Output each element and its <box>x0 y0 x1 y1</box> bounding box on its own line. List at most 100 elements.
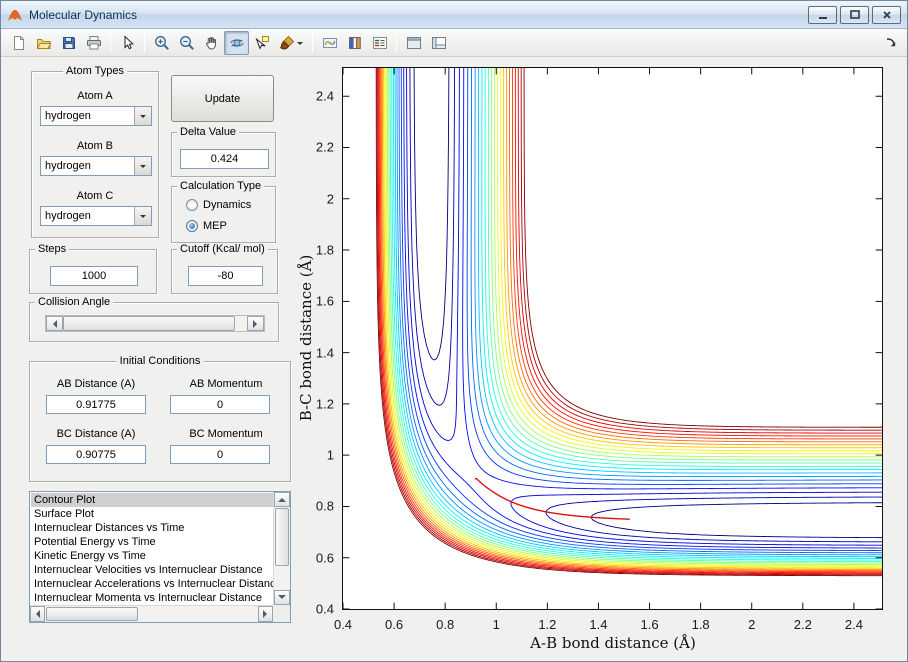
toolbar-separator <box>312 33 313 53</box>
chevron-down-icon <box>140 215 146 221</box>
arrow-right-icon <box>253 320 261 328</box>
slider-left-button[interactable] <box>46 316 63 331</box>
zoom-out-icon <box>179 35 195 51</box>
hide-plot-tools-button[interactable] <box>401 31 426 55</box>
x-tick-label: 2.2 <box>794 617 812 632</box>
bc-distance-field[interactable] <box>46 445 146 464</box>
brush-button[interactable] <box>274 31 308 55</box>
hide-plot-tools-icon <box>406 35 422 51</box>
list-item[interactable]: Surface Plot <box>31 507 273 521</box>
atom-c-label: Atom C <box>32 190 158 202</box>
arrow-left-icon <box>49 320 57 328</box>
zoom-in-icon <box>154 35 170 51</box>
show-plot-tools-button[interactable] <box>426 31 451 55</box>
list-item[interactable]: Internuclear Distances vs Time <box>31 521 273 535</box>
new-figure-button[interactable] <box>6 31 31 55</box>
atom-a-select[interactable]: hydrogen <box>40 106 152 126</box>
steps-title: Steps <box>35 243 69 255</box>
cutoff-field[interactable] <box>188 266 263 286</box>
delta-value-field[interactable] <box>180 149 269 169</box>
vertical-scroll-thumb[interactable] <box>275 508 289 566</box>
list-item[interactable]: Kinetic Energy vs Time <box>31 549 273 563</box>
arrow-right-icon <box>263 610 271 618</box>
pointer-arrow-icon <box>120 35 136 51</box>
save-floppy-icon <box>61 35 77 51</box>
toolbar-separator <box>396 33 397 53</box>
close-button[interactable] <box>872 6 901 24</box>
app-window: Molecular Dynamics Atom Types Atom A <box>0 0 908 662</box>
collision-angle-slider[interactable] <box>45 315 265 332</box>
atom-a-dropdown-button[interactable] <box>134 107 151 125</box>
title-bar[interactable]: Molecular Dynamics <box>1 1 907 29</box>
scrollbar-corner <box>273 605 290 622</box>
minimize-button[interactable] <box>808 6 837 24</box>
atom-b-dropdown-button[interactable] <box>134 157 151 175</box>
radio-off-icon[interactable] <box>186 199 198 211</box>
y-tick-label: 2.4 <box>316 89 334 104</box>
edit-plot-button[interactable] <box>115 31 140 55</box>
calculation-type-title: Calculation Type <box>177 180 264 192</box>
open-folder-icon <box>36 35 52 51</box>
dock-figure-button[interactable] <box>881 32 901 52</box>
pan-button[interactable] <box>199 31 224 55</box>
ab-distance-field[interactable] <box>46 395 146 414</box>
scroll-up-button[interactable] <box>274 492 290 507</box>
save-figure-button[interactable] <box>56 31 81 55</box>
horizontal-scroll-thumb[interactable] <box>46 607 138 621</box>
atom-c-dropdown-button[interactable] <box>134 207 151 225</box>
initial-conditions-panel: Initial Conditions AB Distance (A) AB Mo… <box>29 361 291 482</box>
list-item[interactable]: Potential Energy vs Time <box>31 535 273 549</box>
insert-legend-button[interactable] <box>367 31 392 55</box>
list-item[interactable]: Contour Plot <box>31 493 273 507</box>
slider-thumb[interactable] <box>63 316 235 331</box>
scroll-down-button[interactable] <box>274 590 290 605</box>
mep-radio-label: MEP <box>203 220 227 232</box>
mep-radio[interactable]: MEP <box>186 220 227 232</box>
update-button[interactable]: Update <box>171 75 274 122</box>
plot-type-listbox[interactable]: Contour PlotSurface PlotInternuclear Dis… <box>29 491 291 623</box>
horizontal-scrollbar[interactable] <box>30 605 273 622</box>
scroll-left-button[interactable] <box>30 606 45 622</box>
x-tick-label: 2.4 <box>845 617 863 632</box>
maximize-button[interactable] <box>840 6 869 24</box>
atom-c-select[interactable]: hydrogen <box>40 206 152 226</box>
initial-conditions-title: Initial Conditions <box>117 355 204 367</box>
bc-momentum-field[interactable] <box>170 445 270 464</box>
print-figure-button[interactable] <box>81 31 106 55</box>
contour-plot-axes[interactable] <box>342 67 883 610</box>
insert-colorbar-button[interactable] <box>342 31 367 55</box>
atom-b-select[interactable]: hydrogen <box>40 156 152 176</box>
x-tick-label: 1.8 <box>692 617 710 632</box>
rotate-3d-button[interactable] <box>224 31 249 55</box>
ab-momentum-label: AB Momentum <box>160 378 292 390</box>
slider-right-button[interactable] <box>247 316 264 331</box>
brush-dropdown-icon[interactable] <box>297 42 303 48</box>
list-item[interactable]: Internuclear Velocities vs Internuclear … <box>31 563 273 577</box>
ab-distance-label: AB Distance (A) <box>30 378 162 390</box>
scroll-right-button[interactable] <box>258 606 273 622</box>
vertical-scrollbar[interactable] <box>273 492 290 605</box>
brush-icon <box>279 35 295 51</box>
y-tick-label: 2.2 <box>316 140 334 155</box>
x-tick-label: 2 <box>748 617 755 632</box>
zoom-in-button[interactable] <box>149 31 174 55</box>
bc-distance-label: BC Distance (A) <box>30 428 162 440</box>
list-item[interactable]: Internuclear Momenta vs Internuclear Dis… <box>31 591 273 605</box>
zoom-out-button[interactable] <box>174 31 199 55</box>
y-tick-label: 1.4 <box>316 345 334 360</box>
open-file-button[interactable] <box>31 31 56 55</box>
data-cursor-button[interactable] <box>249 31 274 55</box>
ab-momentum-field[interactable] <box>170 395 270 414</box>
contour-canvas[interactable] <box>343 68 882 609</box>
new-document-icon <box>11 35 27 51</box>
y-tick-label: 1 <box>327 448 334 463</box>
steps-field[interactable] <box>50 266 138 286</box>
list-item[interactable]: Internuclear Accelerations vs Internucle… <box>31 577 273 591</box>
close-icon <box>880 8 894 22</box>
radio-on-icon[interactable] <box>186 220 198 232</box>
app-icon <box>7 7 23 23</box>
link-plot-button[interactable] <box>317 31 342 55</box>
y-tick-label: 0.4 <box>316 602 334 617</box>
atom-a-value: hydrogen <box>45 110 91 122</box>
dynamics-radio[interactable]: Dynamics <box>186 199 251 211</box>
